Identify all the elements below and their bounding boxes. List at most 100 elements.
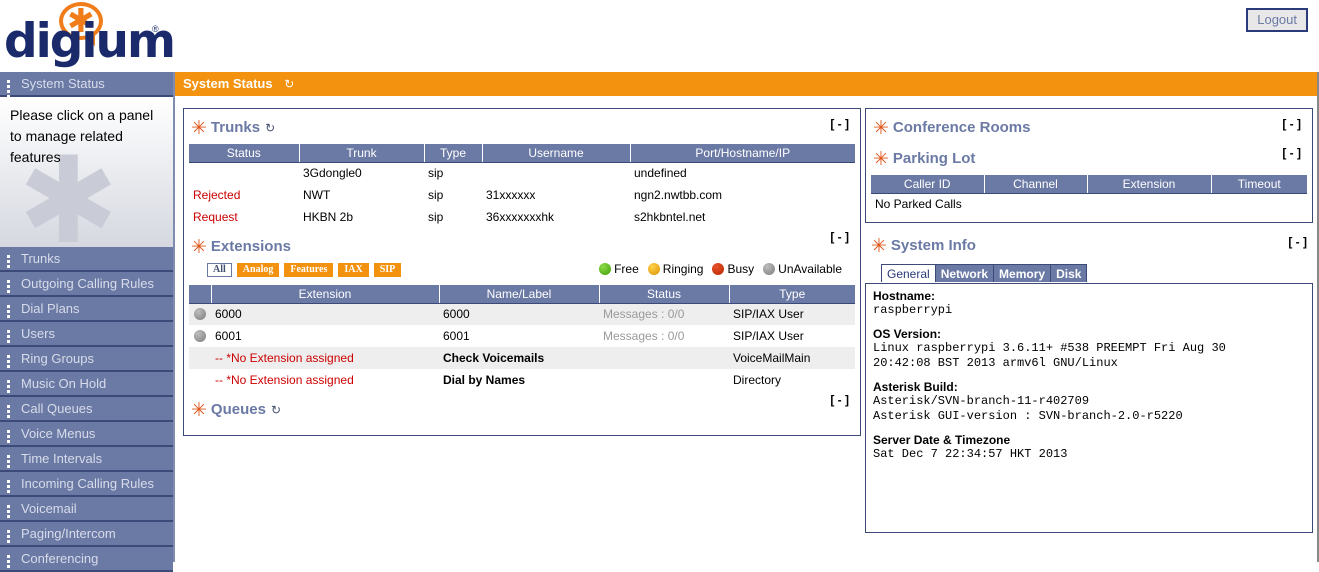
refresh-icon[interactable]: ↻	[271, 403, 281, 417]
logo-registered-mark: ®	[152, 24, 159, 34]
parking-lot-table: Caller ID Channel Extension Timeout	[871, 175, 1307, 194]
tab-general[interactable]: General	[881, 263, 936, 282]
sidebar-item-label: Music On Hold	[21, 376, 107, 391]
filter-features-button[interactable]: Features	[284, 263, 334, 277]
table-header-row: Caller ID Channel Extension Timeout	[871, 175, 1307, 194]
status-dot-icon	[194, 308, 206, 321]
trunk-name: 3Gdongle0	[303, 166, 362, 181]
sidebar-item-label: Time Intervals	[21, 451, 103, 466]
extension-number: -- *No Extension assigned	[211, 347, 439, 369]
parking-lot-empty-message: No Parked Calls	[875, 196, 962, 211]
hostname-value: raspberrypi	[873, 302, 953, 317]
sidebar-item-label: Outgoing Calling Rules	[21, 276, 154, 291]
filter-analog-button[interactable]: Analog	[236, 263, 280, 277]
sidebar-item-music-on-hold[interactable]: Music On Hold	[0, 372, 173, 397]
conference-rooms-title-row: ✳ Conference Rooms [ - ]	[871, 115, 1307, 144]
sidebar-item-voice-menus[interactable]: Voice Menus	[0, 422, 173, 447]
grid-icon	[7, 530, 16, 543]
grid-icon	[7, 480, 16, 493]
extension-status: Messages : 0/0	[603, 329, 685, 343]
parking-lot-title: Parking Lot	[892, 150, 976, 167]
legend-busy-icon	[712, 263, 725, 275]
tab-disk[interactable]: Disk	[1050, 263, 1088, 282]
extensions-col-status: Status	[599, 285, 730, 304]
extension-status-indicator	[189, 369, 211, 391]
tab-network[interactable]: Network	[934, 263, 995, 282]
top-bar: ✱ digium ® Logout	[0, 0, 1319, 72]
sidebar-note-panel: ✱ Please click on a panel to manage rela…	[0, 97, 173, 247]
legend-free-icon	[599, 263, 612, 275]
sidebar-item-paging-intercom[interactable]: Paging/Intercom	[0, 522, 173, 547]
extensions-toolbar: All Analog Features IAX SIP Free Ringing Busy U…	[189, 261, 855, 281]
status-dot-icon	[194, 330, 206, 342]
queues-collapse-toggle[interactable]: [ - ]	[830, 393, 849, 407]
extensions-col-extension: Extension	[211, 285, 440, 304]
trunks-col-host: Port/Hostname/IP	[630, 144, 855, 163]
trunk-username: 31xxxxxx	[486, 188, 536, 202]
trunk-status: Rejected	[193, 188, 241, 202]
parking-lot-collapse-toggle[interactable]: [ - ]	[1282, 146, 1301, 160]
os-version-value-line1: Linux raspberrypi 3.6.11+ #538 PREEMPT F…	[873, 340, 1226, 355]
legend-unavailable-icon	[763, 263, 776, 275]
os-version-value-line2: 20:42:08 BST 2013 armv6l GNU/Linux	[873, 355, 1118, 370]
trunk-status	[189, 162, 299, 184]
extension-status: Messages : 0/0	[599, 303, 729, 325]
sidebar-item-label: Call Queues	[21, 401, 93, 416]
trunks-collapse-toggle[interactable]: [ - ]	[830, 117, 849, 131]
sidebar-item-label: Conferencing	[21, 551, 99, 566]
logout-button[interactable]: Logout	[1246, 8, 1308, 32]
extensions-title: Extensions	[210, 238, 291, 255]
sidebar-item-conferencing[interactable]: Conferencing	[0, 547, 173, 572]
trunk-name: HKBN 2b	[303, 210, 354, 224]
table-row[interactable]: 6000 6000 Messages : 0/0 SIP/IAX User	[189, 303, 855, 325]
extension-type: SIP/IAX User	[733, 329, 804, 343]
extension-name: Check Voicemails	[439, 347, 599, 369]
sidebar-item-time-intervals[interactable]: Time Intervals	[0, 447, 173, 472]
sidebar-item-voicemail[interactable]: Voicemail	[0, 497, 173, 522]
extensions-collapse-toggle[interactable]: [ - ]	[830, 230, 849, 244]
hostname-label: Hostname:	[873, 288, 936, 303]
table-row[interactable]: 6001 6001 Messages : 0/0 SIP/IAX User	[189, 325, 855, 347]
trunks-col-type: Type	[424, 144, 483, 163]
sidebar-item-incoming-calling-rules[interactable]: Incoming Calling Rules	[0, 472, 173, 497]
sidebar-item-users[interactable]: Users	[0, 322, 173, 347]
asterisk-icon: ✳	[191, 117, 207, 139]
asterisk-build-label: Asterisk Build:	[873, 379, 958, 394]
table-row[interactable]: -- *No Extension assigned Check Voicemai…	[189, 347, 855, 369]
sidebar-item-trunks[interactable]: Trunks	[0, 247, 173, 272]
tab-memory[interactable]: Memory	[993, 263, 1052, 282]
grid-icon	[7, 430, 16, 443]
left-column: ✳ Trunks ↻ [ - ] Status Trunk Type Usernam…	[183, 108, 861, 446]
sidebar-item-ring-groups[interactable]: Ring Groups	[0, 347, 173, 372]
trunk-status: Request	[193, 210, 238, 224]
filter-iax-button[interactable]: IAX	[338, 263, 369, 277]
filter-sip-button[interactable]: SIP	[373, 263, 402, 277]
sidebar-item-label: Incoming Calling Rules	[21, 476, 154, 491]
sidebar: System Status ✱ Please click on a panel …	[0, 72, 175, 572]
parking-col-timeout: Timeout	[1211, 175, 1307, 194]
system-info-panel: ✳ System Info [ - ] General Network Memory D…	[865, 233, 1313, 533]
system-info-collapse-toggle[interactable]: [ - ]	[1288, 235, 1307, 249]
logo-wordmark: digium	[4, 14, 176, 69]
table-row[interactable]: Request HKBN 2b sip 36xxxxxxxhk s2hkbnte…	[189, 206, 855, 228]
extensions-title-row: ✳ Extensions [ - ]	[189, 228, 855, 263]
refresh-icon[interactable]: ↻	[284, 77, 294, 91]
table-row[interactable]: Rejected NWT sip 31xxxxxx ngn2.nwtbb.com	[189, 184, 855, 206]
asterisk-build-value-line1: Asterisk/SVN-branch-11-r402709	[873, 393, 1090, 408]
extensions-filter-group: All Analog Features IAX SIP	[207, 261, 406, 277]
refresh-icon[interactable]: ↻	[265, 121, 275, 135]
filter-all-button[interactable]: All	[207, 263, 232, 277]
sidebar-item-system-status[interactable]: System Status	[0, 72, 173, 98]
sidebar-item-outgoing-calling-rules[interactable]: Outgoing Calling Rules	[0, 272, 173, 297]
page-title-bar: System Status ↻	[175, 72, 1319, 96]
trunk-host: undefined	[634, 166, 687, 181]
conference-rooms-collapse-toggle[interactable]: [ - ]	[1282, 117, 1301, 131]
table-row[interactable]: 3Gdongle0 sip undefined	[189, 162, 855, 184]
table-row[interactable]: -- *No Extension assigned Dial by Names …	[189, 369, 855, 391]
sidebar-item-call-queues[interactable]: Call Queues	[0, 397, 173, 422]
sidebar-item-dial-plans[interactable]: Dial Plans	[0, 297, 173, 322]
legend-ringing-label: Ringing	[662, 262, 704, 276]
parking-col-channel: Channel	[984, 175, 1088, 194]
conference-parking-panel: ✳ Conference Rooms [ - ] ✳ Parking Lot [ -…	[865, 108, 1313, 223]
